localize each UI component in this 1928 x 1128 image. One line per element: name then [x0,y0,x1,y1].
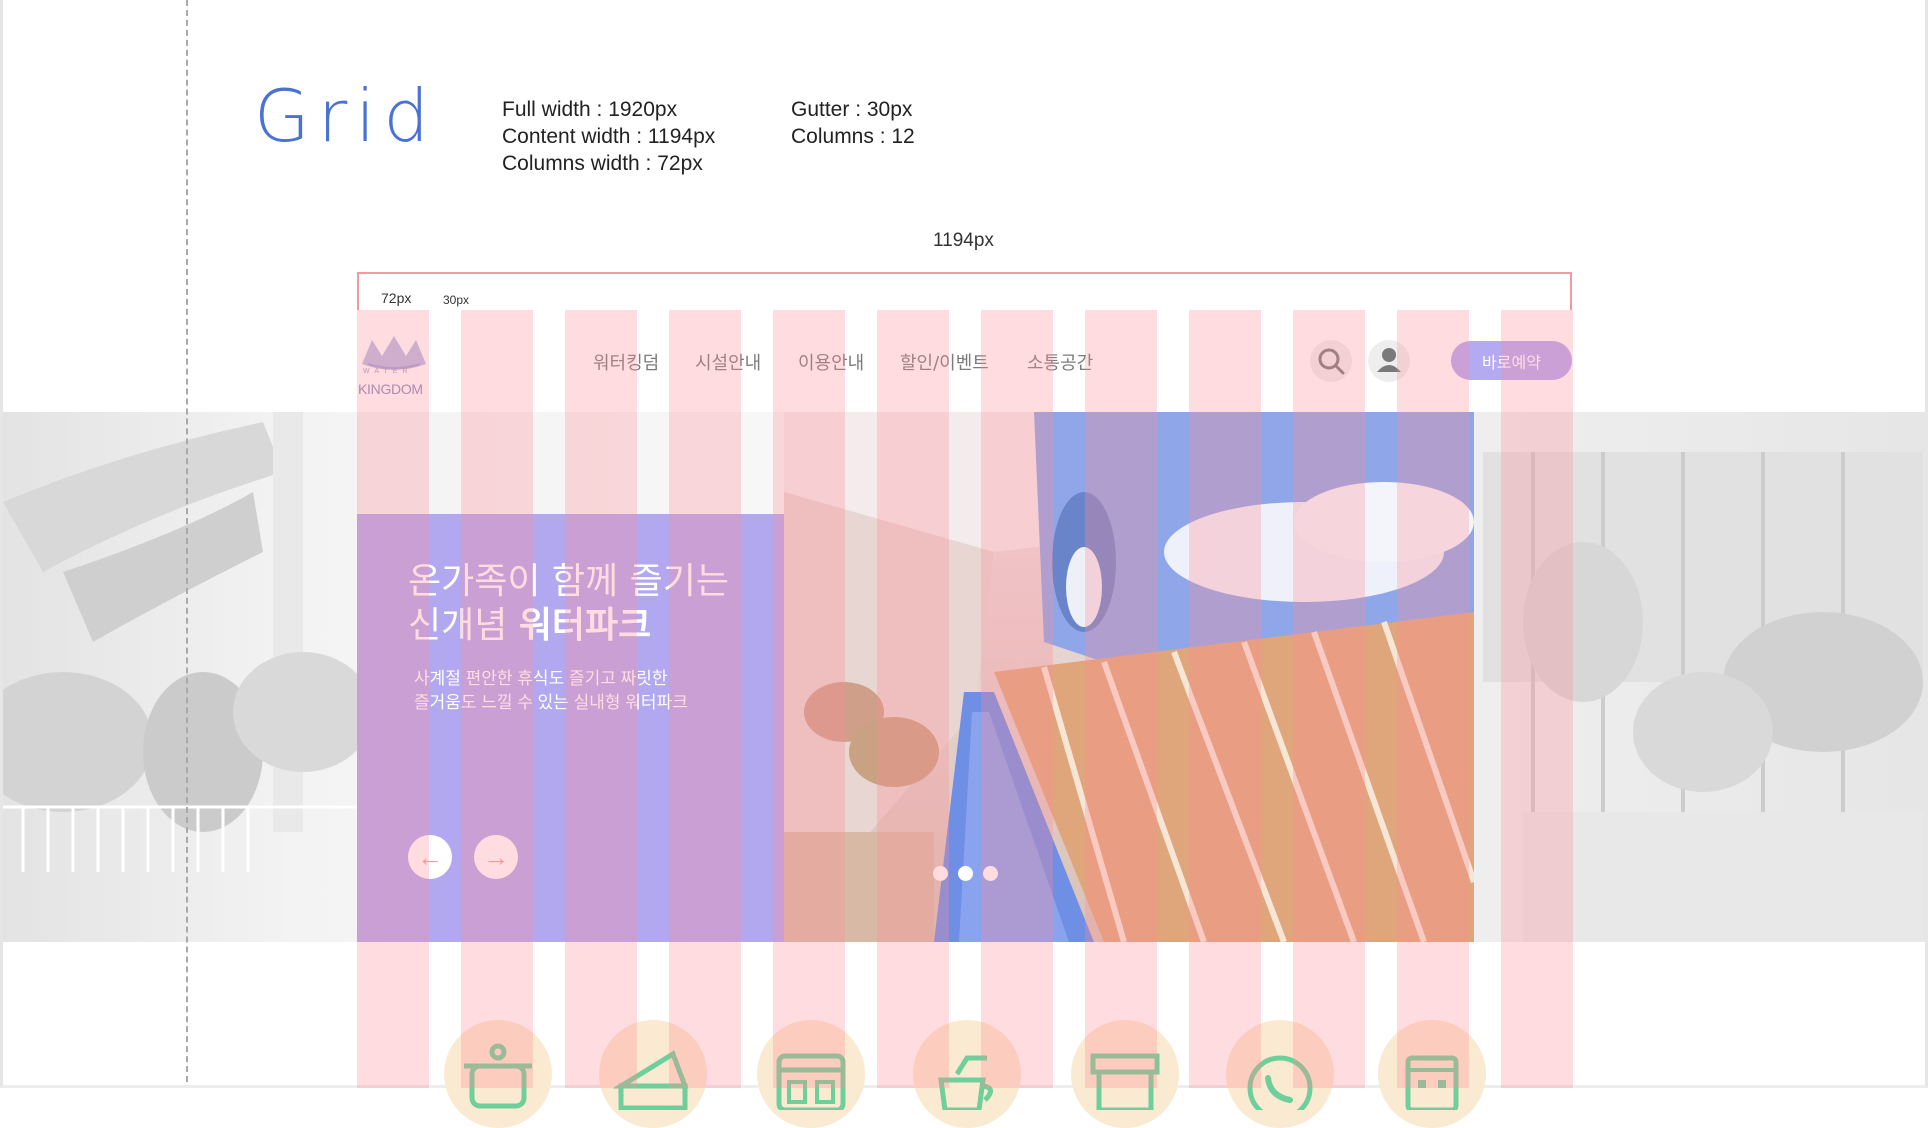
spec-block-columns: Gutter : 30px Columns : 12 [791,96,915,150]
coffee-icon [938,1055,993,1110]
waterpark-photo [784,412,1474,942]
phone-icon [1247,1055,1313,1110]
slide-dot-2[interactable] [958,866,973,881]
content-width-label: 1194px [933,230,994,251]
arrow-left-icon: ← [417,841,443,872]
kiosk-icon [776,1053,846,1110]
nav-item-waterkingdom[interactable]: 워터킹덤 [593,349,659,375]
shop-icon [1090,1053,1160,1110]
left-guide-line [186,0,188,1082]
next-slide-button[interactable]: → [474,835,518,879]
spec-block-widths: Full width : 1920px Content width : 1194… [502,96,715,177]
logo-text-kingdom: KINGDOM [358,381,423,397]
pot-icon [464,1043,532,1109]
arrow-right-icon: → [483,841,509,872]
hero-title-line2: 신개념 워터파크 [408,604,729,648]
nav-item-facilities[interactable]: 시설안내 [695,349,761,375]
hero-title-plain: 신개념 [408,605,519,646]
hero-title-bold: 워터파크 [518,605,652,646]
spec-content-width: Content width : 1194px [502,125,716,148]
spec-columns: Columns : 12 [791,125,915,148]
column-width-label: 72px [381,290,412,306]
building-icon [1405,1055,1459,1110]
hero-desc-line1: 사계절 편안한 휴식도 즐기고 짜릿한 [414,669,668,688]
nav-item-usage[interactable]: 이용안내 [798,349,864,375]
category-coffee[interactable] [913,1020,1021,1128]
user-icon [1377,348,1401,372]
hero-desc-line2: 즐거움도 느낄 수 있는 실내형 워터파크 [414,693,688,712]
spec-columns-width: Columns width : 72px [502,152,703,175]
category-cheese[interactable] [599,1020,707,1128]
category-building[interactable] [1378,1020,1486,1128]
category-phone[interactable] [1226,1020,1334,1128]
nav-item-community[interactable]: 소통공간 [1027,349,1093,375]
cheese-icon [613,1050,689,1110]
content-width-box [357,272,1572,310]
slide-dot-3[interactable] [983,866,998,881]
search-icon [1318,348,1345,375]
gutter-width-label: 30px [443,293,470,307]
category-shop[interactable] [1071,1020,1179,1128]
spec-full-width: Full width : 1920px [502,98,678,121]
hero-title-line1: 온가족이 함께 즐기는 [408,561,729,602]
hero-slide-image [784,412,1474,942]
logo-text-water: WATER [363,368,413,375]
spec-gutter: Gutter : 30px [791,98,913,121]
nav-item-events[interactable]: 할인/이벤트 [900,349,989,375]
hero-title: 온가족이 함께 즐기는 신개념 워터파크 [408,560,729,648]
slide-dot-1[interactable] [933,866,948,881]
category-pot[interactable] [444,1020,552,1128]
search-button[interactable] [1310,340,1352,382]
user-button[interactable] [1368,340,1410,382]
hero-description: 사계절 편안한 휴식도 즐기고 짜릿한 즐거움도 느낄 수 있는 실내형 워터파… [414,667,688,715]
book-now-button[interactable]: 바로예약 [1451,341,1572,380]
grid-title: Grid [254,74,438,158]
category-kiosk[interactable] [757,1020,865,1128]
prev-slide-button[interactable]: ← [408,835,452,879]
